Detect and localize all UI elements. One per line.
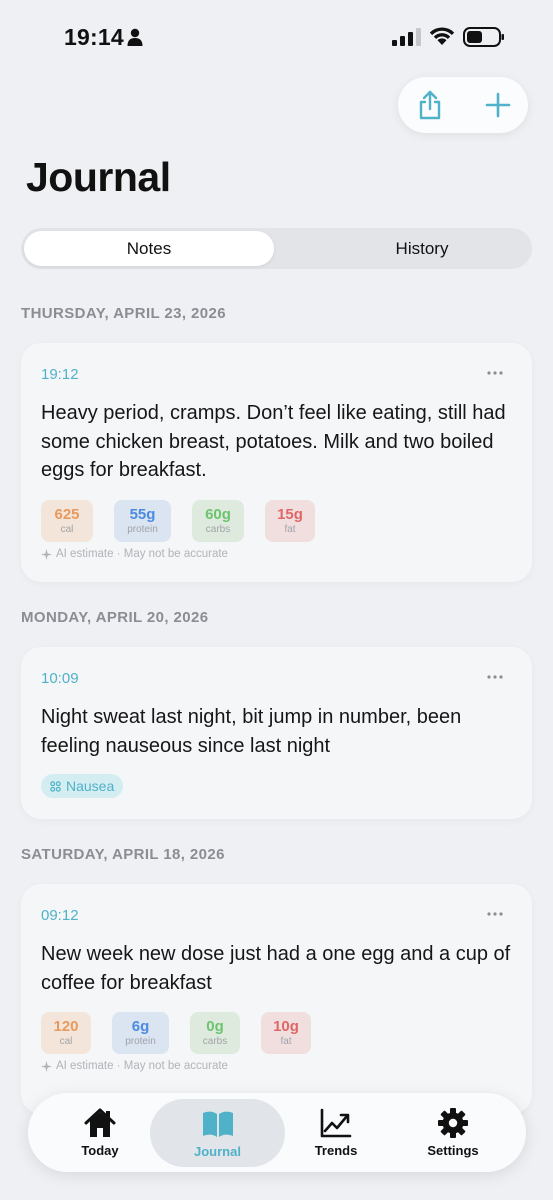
ai-estimate-note: AI estimate · May not be accurate (41, 548, 228, 560)
nausea-icon (50, 780, 61, 792)
tab-notes[interactable]: Notes (24, 231, 274, 266)
page-title: Journal (26, 154, 171, 200)
entry-text: Night sweat last night, bit jump in numb… (41, 706, 462, 757)
more-options-icon[interactable] (486, 365, 504, 381)
wifi-icon (429, 27, 455, 45)
entry-time: 09:12 (41, 907, 79, 924)
carbs-badge: 60g carbs (192, 500, 244, 542)
symptom-tag-nausea[interactable]: Nausea (41, 774, 124, 798)
ai-estimate-text: AI estimate · May not be accurate (56, 548, 228, 560)
protein-value: 6g (131, 1018, 150, 1035)
notes-history-segmented-control: Notes History (21, 228, 532, 269)
trend-chart-icon (320, 1108, 352, 1138)
status-bar: 19:14 (0, 0, 553, 70)
more-options-icon[interactable] (486, 906, 504, 922)
tab-label: Journal (194, 1143, 241, 1159)
house-icon (84, 1108, 116, 1137)
status-time: 19:14 (64, 24, 124, 50)
header-actions (398, 77, 528, 133)
person-icon (127, 28, 143, 46)
fat-label: fat (284, 524, 296, 535)
tab-today[interactable]: Today (50, 1093, 150, 1172)
calories-badge: 120 cal (41, 1012, 91, 1054)
protein-value: 55g (129, 506, 156, 523)
tab-label: Trends (314, 1143, 358, 1158)
tab-label: Today (81, 1143, 119, 1158)
journal-entry-card[interactable]: 09:12 New week new dose just had a one e… (21, 884, 532, 1114)
carbs-label: carbs (202, 1036, 228, 1047)
tab-journal[interactable]: Journal (150, 1099, 285, 1167)
fat-badge: 15g fat (265, 500, 315, 542)
ai-estimate-text: AI estimate · May not be accurate (56, 1060, 228, 1072)
tab-label: Settings (427, 1143, 479, 1158)
battery-icon (463, 27, 504, 47)
date-header: SATURDAY, APRIL 18, 2026 (21, 846, 225, 863)
journal-entry-card[interactable]: 10:09 Night sweat last night, bit jump i… (21, 647, 532, 819)
add-icon[interactable] (480, 87, 516, 123)
protein-label: protein (125, 1036, 156, 1047)
share-icon[interactable] (412, 87, 448, 123)
macro-row: 120 cal 6g protein 0g carbs 10g fat (41, 1012, 311, 1054)
entry-time: 19:12 (41, 366, 79, 383)
gear-icon (438, 1108, 468, 1138)
tab-settings[interactable]: Settings (403, 1093, 503, 1172)
protein-badge: 6g protein (112, 1012, 169, 1054)
date-header: MONDAY, APRIL 20, 2026 (21, 609, 209, 626)
carbs-value: 60g (205, 506, 231, 523)
sparkle-icon (41, 548, 52, 560)
carbs-value: 0g (206, 1018, 224, 1035)
symptom-tag-label: Nausea (66, 778, 115, 794)
bottom-tab-bar: Today Journal Trends Settings (28, 1093, 526, 1172)
sparkle-icon (41, 1060, 52, 1072)
more-options-icon[interactable] (486, 669, 504, 685)
macro-row: 625 cal 55g protein 60g carbs 15g fat (41, 500, 315, 542)
tab-history[interactable]: History (297, 231, 547, 266)
fat-value: 15g (277, 506, 303, 523)
protein-label: protein (127, 524, 158, 535)
carbs-label: carbs (205, 524, 231, 535)
protein-badge: 55g protein (114, 500, 171, 542)
entry-text: Heavy period, cramps. Don’t feel like ea… (41, 402, 506, 481)
ai-estimate-note: AI estimate · May not be accurate (41, 1060, 228, 1072)
calories-label: cal (60, 524, 74, 535)
calories-badge: 625 cal (41, 500, 93, 542)
fat-badge: 10g fat (261, 1012, 311, 1054)
calories-value: 625 (54, 506, 80, 523)
cellular-signal-icon (392, 28, 421, 46)
book-icon (202, 1111, 233, 1137)
tab-trends[interactable]: Trends (286, 1093, 386, 1172)
fat-label: fat (280, 1036, 292, 1047)
calories-value: 120 (53, 1018, 79, 1035)
calories-label: cal (59, 1036, 73, 1047)
date-header: THURSDAY, APRIL 23, 2026 (21, 305, 226, 322)
entry-text: New week new dose just had a one egg and… (41, 943, 511, 994)
journal-entry-card[interactable]: 19:12 Heavy period, cramps. Don’t feel l… (21, 343, 532, 582)
carbs-badge: 0g carbs (190, 1012, 240, 1054)
entry-time: 10:09 (41, 670, 79, 687)
fat-value: 10g (273, 1018, 299, 1035)
